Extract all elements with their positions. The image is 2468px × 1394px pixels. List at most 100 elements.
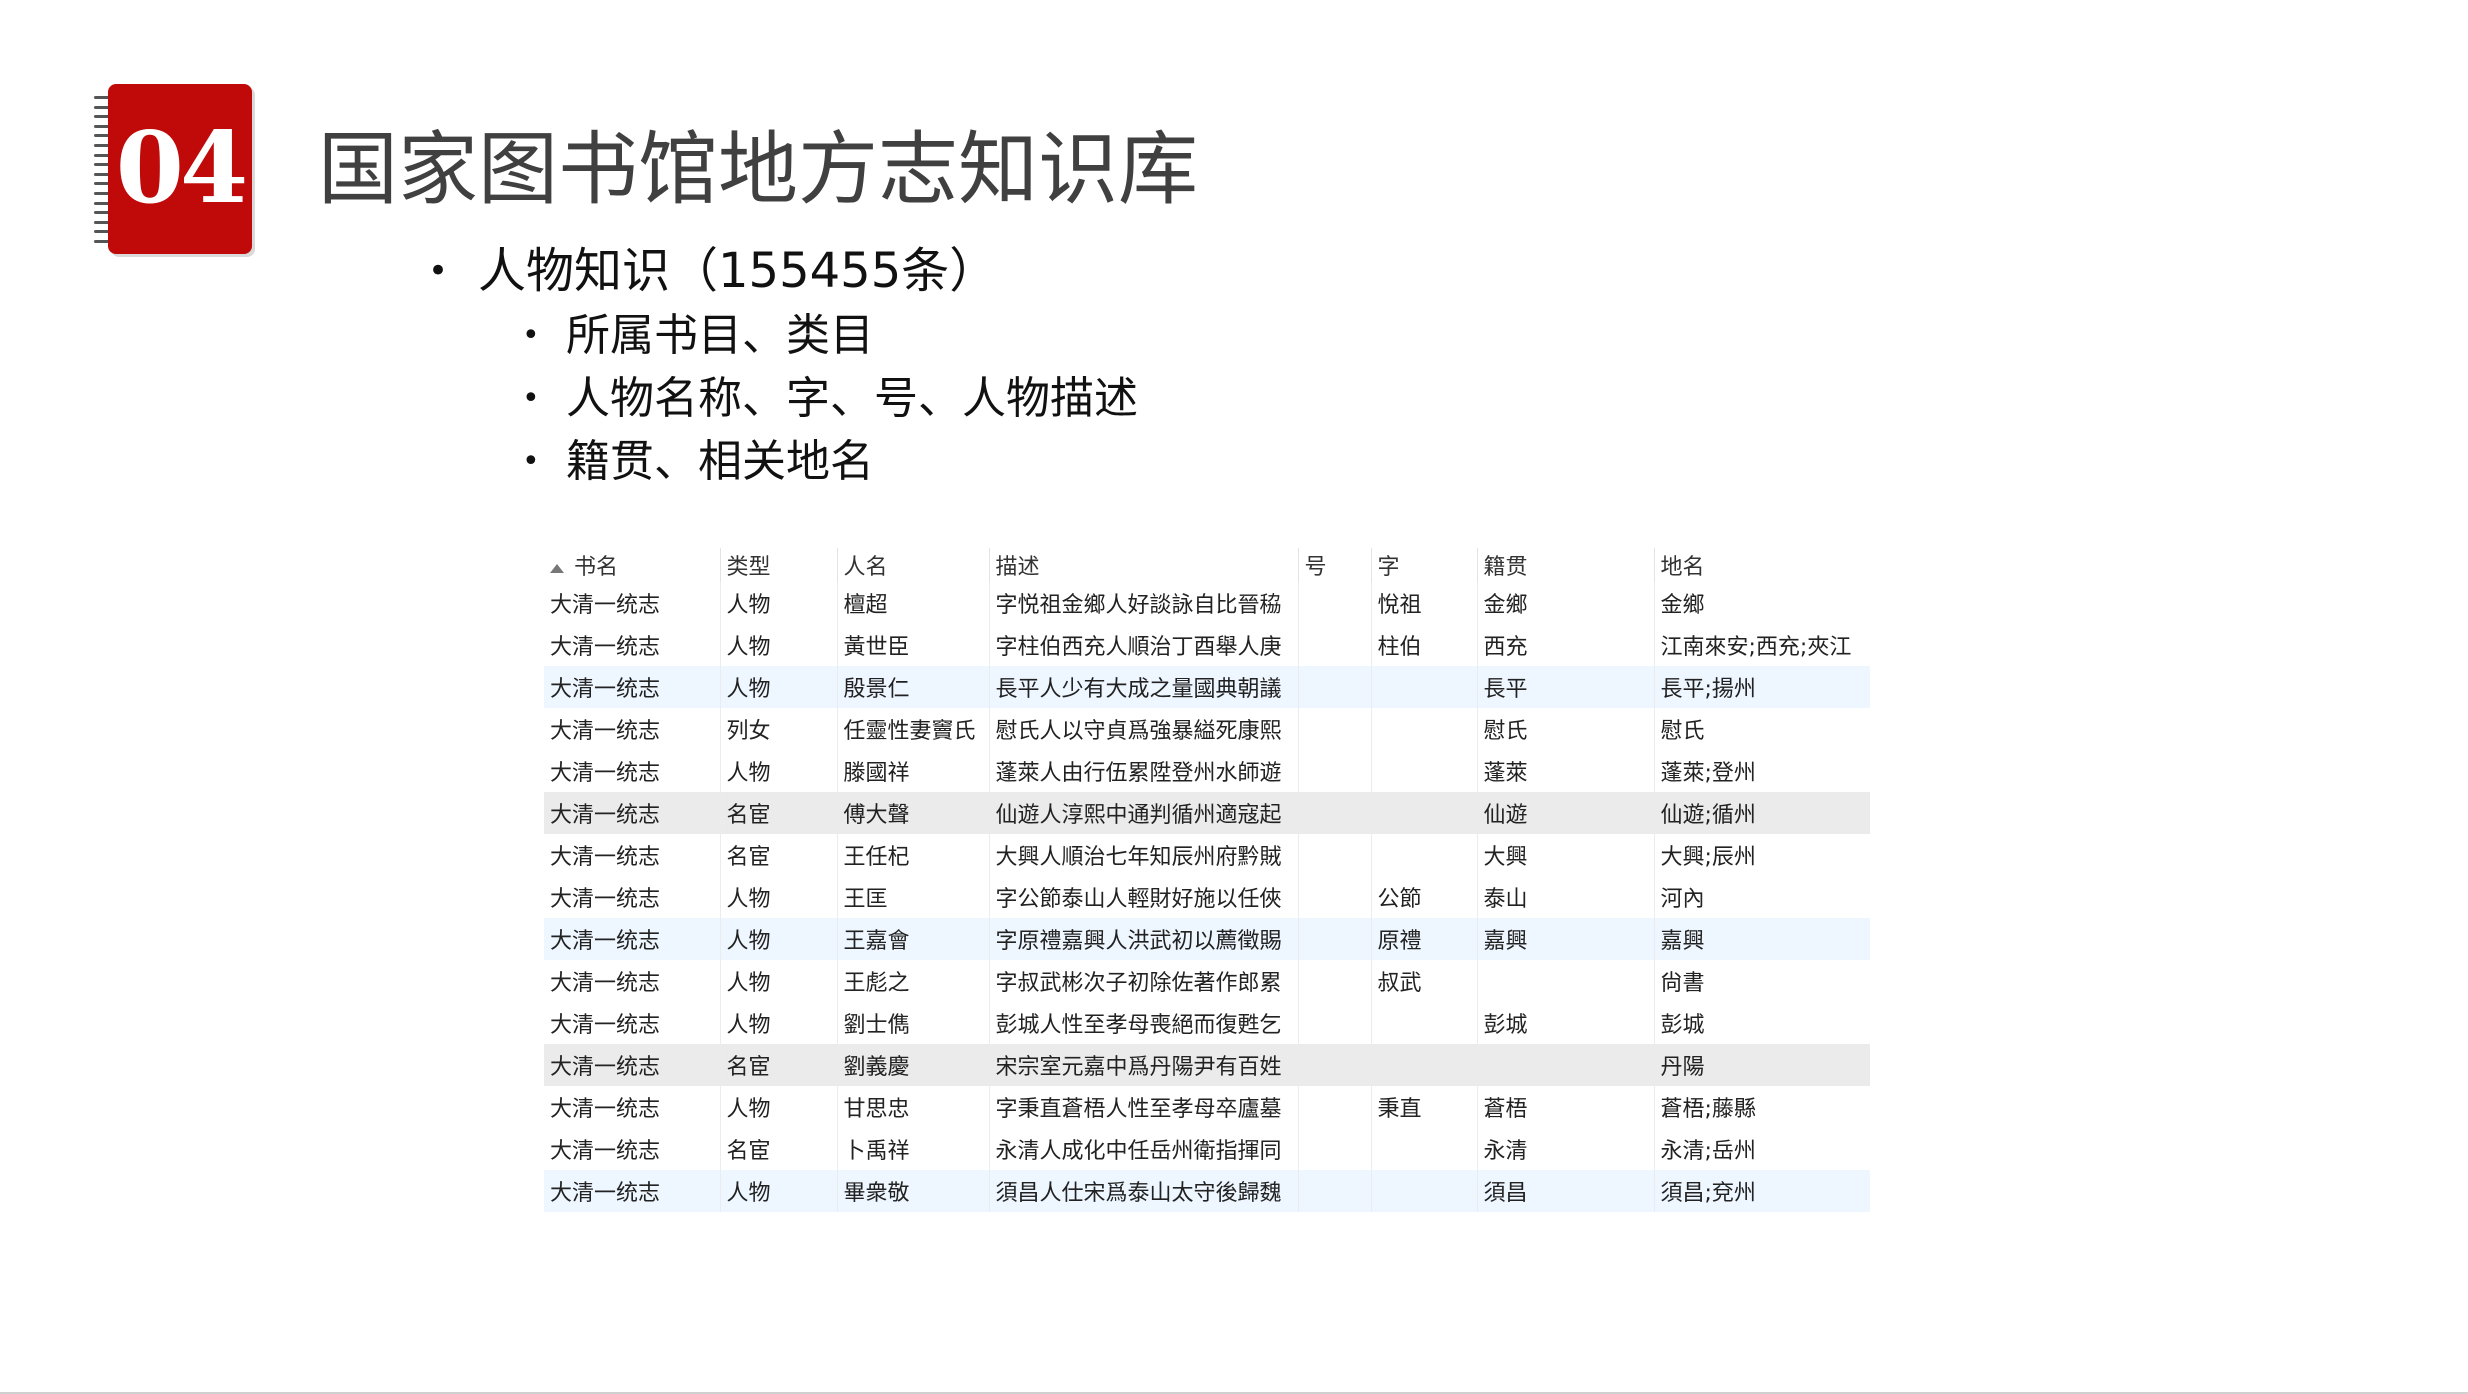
table-cell bbox=[1298, 750, 1372, 792]
table-cell: 大興人順治七年知辰州府黔賊 bbox=[989, 834, 1299, 876]
table-cell: 人物 bbox=[720, 582, 838, 624]
table-cell bbox=[1371, 708, 1478, 750]
table-row[interactable]: 大清一统志 人物 甘思忠 字秉直蒼梧人性至孝母卒廬墓 秉直 蒼梧 蒼梧;藤縣 bbox=[544, 1086, 1870, 1128]
table-cell bbox=[1298, 834, 1372, 876]
table-cell: 黃世臣 bbox=[837, 624, 990, 666]
table-row[interactable]: 大清一统志 列女 任靈性妻竇氏 慰氏人以守貞爲強暴縊死康熙 慰氏 慰氏 bbox=[544, 708, 1870, 750]
person-table: 书名 类型 人名 描述 号 字籍贯 地名 大清一统志 人物 檀超 字悦祖金鄉人好談詠自比晉䅄 悅祖金… bbox=[544, 548, 1870, 1212]
table-cell: 柱伯 bbox=[1371, 624, 1478, 666]
table-cell: 大興 bbox=[1477, 834, 1655, 876]
table-cell: 人物 bbox=[720, 960, 838, 1002]
bullet-list: 人物知识（155455条） 所属书目、类目 人物名称、字、号、人物描述 籍贯、相… bbox=[428, 238, 1138, 493]
table-cell: 劉義慶 bbox=[837, 1044, 990, 1086]
table-cell: 任靈性妻竇氏 bbox=[837, 708, 990, 750]
table-cell bbox=[1298, 876, 1372, 918]
table-cell: 蓬萊 bbox=[1477, 750, 1655, 792]
table-cell: 長平人少有大成之量國典朝議 bbox=[989, 666, 1299, 708]
table-cell: 永清人成化中任岳州衛指揮同 bbox=[989, 1128, 1299, 1170]
table-cell: 西充 bbox=[1477, 624, 1655, 666]
table-cell bbox=[1477, 960, 1655, 1002]
column-header[interactable]: 书名 bbox=[544, 548, 721, 582]
column-header[interactable]: 号 bbox=[1298, 548, 1372, 582]
table-cell: 人物 bbox=[720, 1002, 838, 1044]
table-cell: 宋宗室元嘉中爲丹陽尹有百姓 bbox=[989, 1044, 1299, 1086]
table-cell: 大清一统志 bbox=[544, 1044, 721, 1086]
table-cell: 蒼梧;藤縣 bbox=[1654, 1086, 1870, 1128]
table-cell: 金鄉 bbox=[1477, 582, 1655, 624]
table-cell bbox=[1371, 834, 1478, 876]
table-cell bbox=[1298, 1086, 1372, 1128]
table-row[interactable]: 大清一统志 人物 王嘉會 字原禮嘉興人洪武初以薦徵賜 原禮 嘉興 嘉興 bbox=[544, 918, 1870, 960]
page-title: 国家图书馆地方志知识库 bbox=[318, 123, 1198, 216]
table-cell bbox=[1371, 666, 1478, 708]
table-cell bbox=[1298, 792, 1372, 834]
table-cell: 彭城人性至孝母喪絕而復甦乞 bbox=[989, 1002, 1299, 1044]
table-cell: 大清一统志 bbox=[544, 960, 721, 1002]
section-badge: 04 bbox=[94, 84, 256, 257]
column-header-label: 描述 bbox=[995, 555, 1040, 580]
table-cell: 大清一统志 bbox=[544, 708, 721, 750]
data-table-screenshot: 书名 类型 人名 描述 号 字籍贯 地名 大清一统志 人物 檀超 字悦祖金鄉人好談詠自比晉䅄 悅祖金… bbox=[544, 548, 1870, 1218]
table-cell bbox=[1298, 960, 1372, 1002]
table-cell: 名宦 bbox=[720, 792, 838, 834]
table-cell: 字叔武彬次子初除佐著作郎累 bbox=[989, 960, 1299, 1002]
column-header[interactable]: 类型 bbox=[720, 548, 838, 582]
column-header[interactable]: 人名 bbox=[837, 548, 990, 582]
table-row[interactable]: 大清一统志 人物 滕國祥 蓬萊人由行伍累陞登州水師遊 蓬萊 蓬萊;登州 bbox=[544, 750, 1870, 792]
table-cell bbox=[1298, 1002, 1372, 1044]
table-cell: 大清一统志 bbox=[544, 1170, 721, 1212]
table-row[interactable]: 大清一统志 名宦 傅大聲 仙遊人淳熙中通判循州適寇起 仙遊 仙遊;循州 bbox=[544, 792, 1870, 834]
table-cell: 名宦 bbox=[720, 1044, 838, 1086]
table-cell: 大清一统志 bbox=[544, 918, 721, 960]
column-header[interactable]: 地名 bbox=[1654, 548, 1870, 582]
table-row[interactable]: 大清一统志 名宦 卜禹祥 永清人成化中任岳州衛指揮同 永清 永清;岳州 bbox=[544, 1128, 1870, 1170]
table-cell bbox=[1371, 1128, 1478, 1170]
table-cell: 人物 bbox=[720, 1086, 838, 1128]
table-cell: 大清一统志 bbox=[544, 792, 721, 834]
table-cell: 仙遊人淳熙中通判循州適寇起 bbox=[989, 792, 1299, 834]
table-cell: 大清一统志 bbox=[544, 750, 721, 792]
table-row[interactable]: 大清一统志 人物 王彪之 字叔武彬次子初除佐著作郎累 叔武 尙書 bbox=[544, 960, 1870, 1002]
table-row[interactable]: 大清一统志 名宦 劉義慶 宋宗室元嘉中爲丹陽尹有百姓 丹陽 bbox=[544, 1044, 1870, 1086]
table-cell: 大清一统志 bbox=[544, 624, 721, 666]
table-row[interactable]: 大清一统志 人物 殷景仁 長平人少有大成之量國典朝議 長平 長平;揚州 bbox=[544, 666, 1870, 708]
table-cell: 永清 bbox=[1477, 1128, 1655, 1170]
table-body: 大清一统志 人物 檀超 字悦祖金鄉人好談詠自比晉䅄 悅祖 金鄉 金鄉 大清一统志 人物 黃世臣 字柱… bbox=[544, 582, 1870, 1212]
table-cell bbox=[1298, 1044, 1372, 1086]
table-row[interactable]: 大清一统志 人物 王匡 字公節泰山人輕財好施以任俠 公節 泰山 河內 bbox=[544, 876, 1870, 918]
table-row[interactable]: 大清一统志 人物 畢衆敬 須昌人仕宋爲泰山太守後歸魏 須昌 須昌;兗州 bbox=[544, 1170, 1870, 1212]
table-cell: 大清一统志 bbox=[544, 876, 721, 918]
table-cell: 檀超 bbox=[837, 582, 990, 624]
table-cell: 大清一统志 bbox=[544, 1128, 721, 1170]
table-row[interactable]: 大清一统志 人物 劉士儁 彭城人性至孝母喪絕而復甦乞 彭城 彭城 bbox=[544, 1002, 1870, 1044]
bullet-sub: 籍贯、相关地名 bbox=[522, 430, 1138, 493]
table-row[interactable]: 大清一统志 人物 檀超 字悦祖金鄉人好談詠自比晉䅄 悅祖 金鄉 金鄉 bbox=[544, 582, 1870, 624]
table-cell: 大清一统志 bbox=[544, 582, 721, 624]
table-cell: 甘思忠 bbox=[837, 1086, 990, 1128]
column-header[interactable]: 字 bbox=[1371, 548, 1478, 582]
badge-number: 04 bbox=[115, 111, 248, 226]
table-row[interactable]: 大清一统志 名宦 王任杞 大興人順治七年知辰州府黔賊 大興 大興;辰州 bbox=[544, 834, 1870, 876]
column-header[interactable]: 籍贯 bbox=[1477, 548, 1655, 582]
table-cell: 字秉直蒼梧人性至孝母卒廬墓 bbox=[989, 1086, 1299, 1128]
table-cell: 王任杞 bbox=[837, 834, 990, 876]
table-cell bbox=[1371, 1002, 1478, 1044]
bullet-sub: 人物名称、字、号、人物描述 bbox=[522, 367, 1138, 430]
table-cell bbox=[1371, 1170, 1478, 1212]
table-cell: 丹陽 bbox=[1654, 1044, 1870, 1086]
table-cell: 江南來安;西充;夾江 bbox=[1654, 624, 1870, 666]
table-row[interactable]: 大清一统志 人物 黃世臣 字柱伯西充人順治丁酉舉人庚 柱伯 西充 江南來安;西充;夾江 bbox=[544, 624, 1870, 666]
column-header-label: 号 bbox=[1304, 555, 1327, 580]
table-cell: 劉士儁 bbox=[837, 1002, 990, 1044]
table-cell: 金鄉 bbox=[1654, 582, 1870, 624]
table-cell: 公節 bbox=[1371, 876, 1478, 918]
column-header-label: 人名 bbox=[843, 555, 888, 580]
table-cell: 彭城 bbox=[1477, 1002, 1655, 1044]
table-cell: 秉直 bbox=[1371, 1086, 1478, 1128]
table-cell: 悅祖 bbox=[1371, 582, 1478, 624]
table-cell: 須昌 bbox=[1477, 1170, 1655, 1212]
table-cell: 人物 bbox=[720, 1170, 838, 1212]
table-cell: 人物 bbox=[720, 876, 838, 918]
table-cell bbox=[1298, 666, 1372, 708]
column-header[interactable]: 描述 bbox=[989, 548, 1299, 582]
